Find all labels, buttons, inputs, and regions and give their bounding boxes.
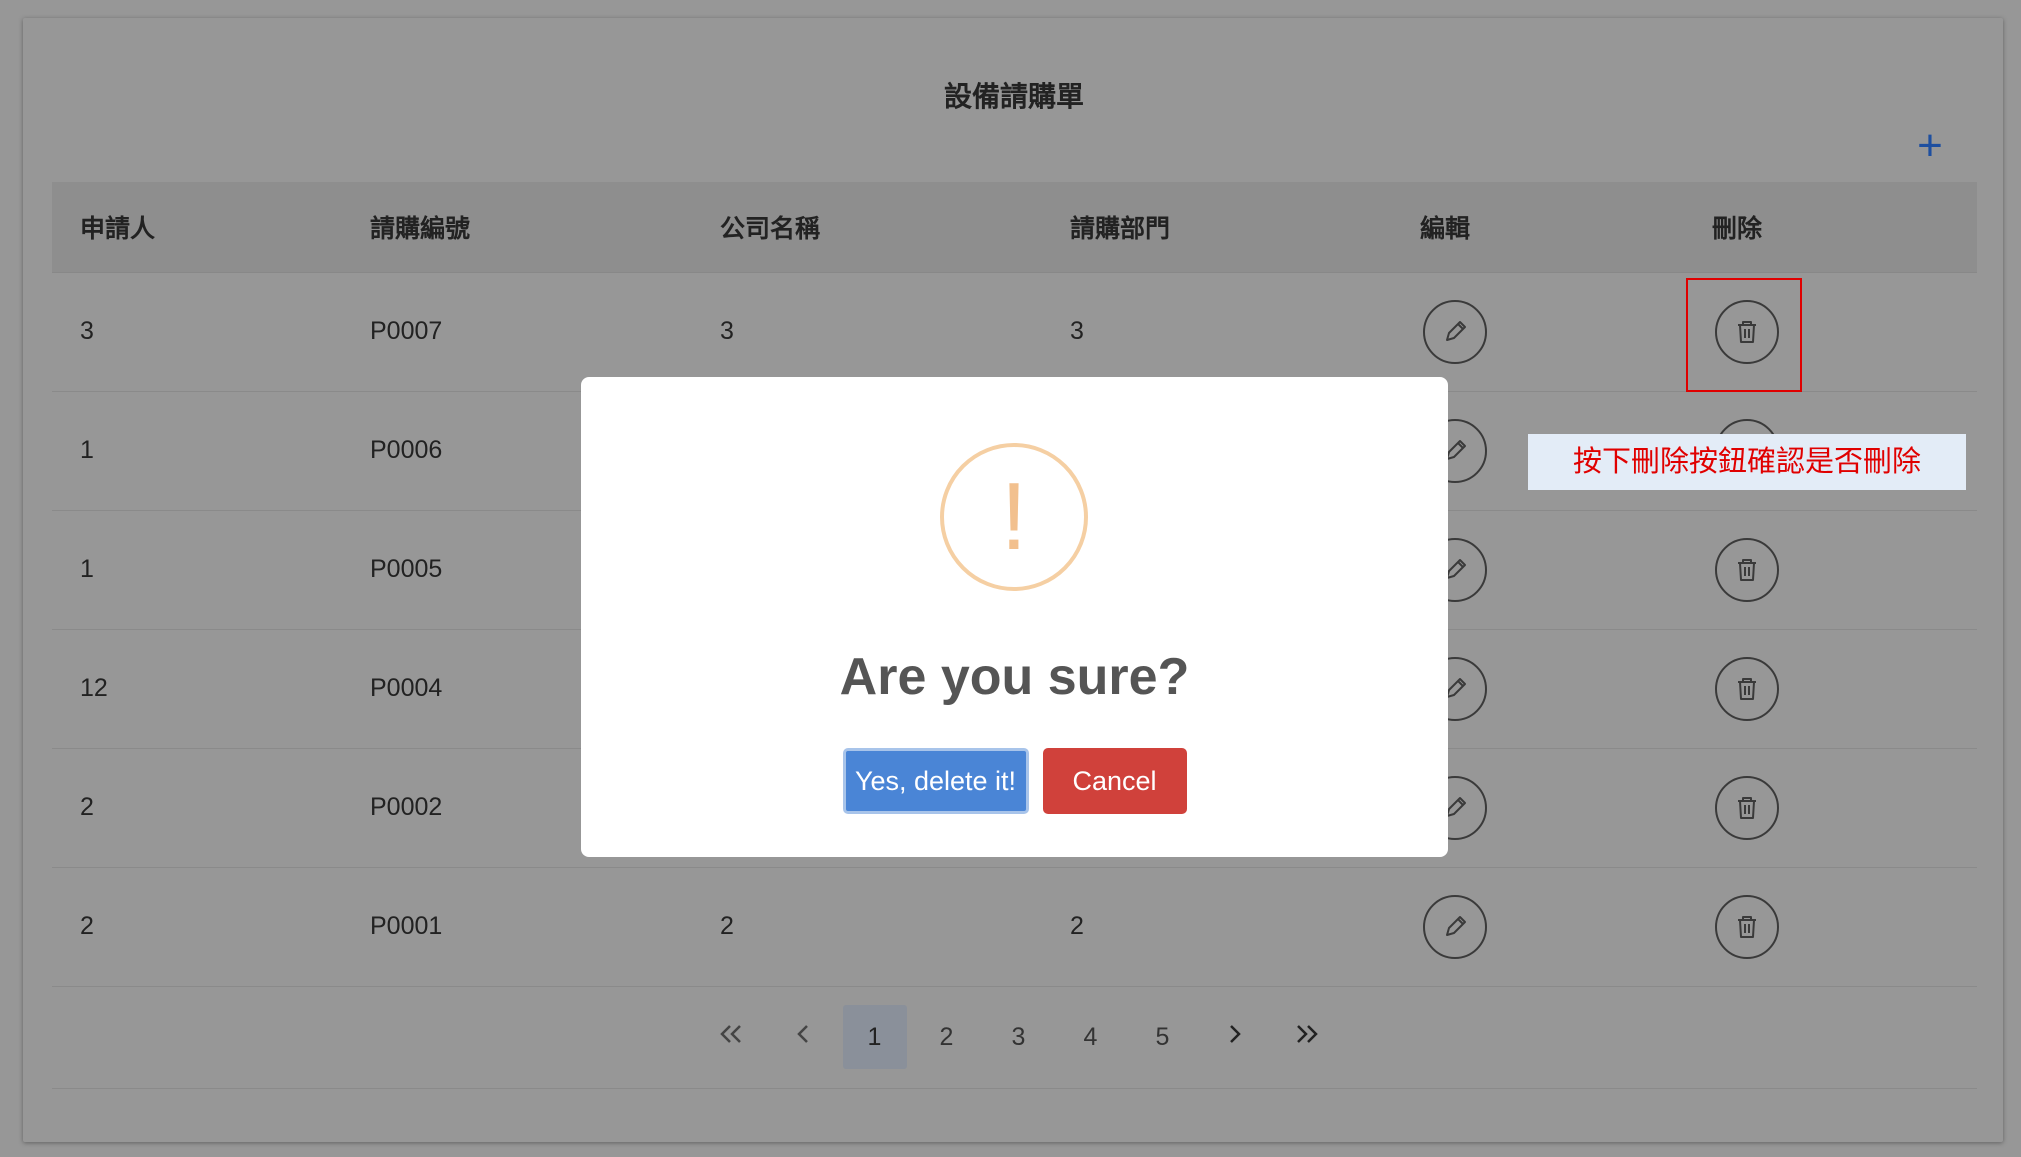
header-company: 公司名稱 bbox=[692, 182, 1042, 273]
cell-applicant: 2 bbox=[80, 793, 94, 821]
warning-mark: ! bbox=[1000, 463, 1028, 570]
cell-order-no: P0001 bbox=[370, 912, 443, 940]
page-title: 設備請購單 bbox=[943, 81, 1084, 112]
confirm-dialog: ! Are you sure? Yes, delete it! Cancel bbox=[581, 377, 1448, 857]
page-next-button[interactable] bbox=[1203, 1005, 1267, 1069]
chevron-right-icon bbox=[1229, 1025, 1241, 1043]
table-row: 2 P0001 2 2 bbox=[52, 867, 1977, 986]
cell-delete bbox=[1684, 748, 1977, 867]
delete-button[interactable] bbox=[1715, 537, 1779, 602]
cell-department: 2 bbox=[1070, 912, 1084, 940]
delete-button[interactable] bbox=[1715, 894, 1779, 959]
table-header-row: 申請人 請購編號 公司名稱 請購部門 編輯 刪除 bbox=[52, 182, 1977, 273]
cell-delete bbox=[1684, 867, 1977, 986]
cell-applicant: 1 bbox=[80, 436, 94, 464]
page-prev-button[interactable] bbox=[771, 1005, 835, 1069]
add-button[interactable]: + bbox=[1908, 124, 1952, 168]
cell-applicant: 1 bbox=[80, 555, 94, 583]
cell-company: 2 bbox=[720, 912, 734, 940]
double-chevron-right-icon bbox=[1296, 1025, 1318, 1043]
page-button-2[interactable]: 2 bbox=[915, 1005, 979, 1069]
page-first-button[interactable] bbox=[699, 1005, 763, 1069]
annotation-callout: 按下刪除按鈕確認是否刪除 bbox=[1528, 434, 1966, 490]
cell-applicant: 2 bbox=[80, 912, 94, 940]
delete-button[interactable] bbox=[1715, 775, 1779, 840]
cell-delete bbox=[1684, 510, 1977, 629]
pencil-icon bbox=[1446, 320, 1466, 341]
header-delete: 刪除 bbox=[1684, 182, 1977, 273]
warning-icon: ! bbox=[940, 443, 1088, 591]
page-button-3[interactable]: 3 bbox=[987, 1005, 1051, 1069]
header-order-no: 請購編號 bbox=[342, 182, 692, 273]
trash-icon bbox=[1738, 677, 1756, 700]
cell-applicant: 3 bbox=[80, 317, 94, 345]
table-bottom-divider bbox=[52, 1088, 1977, 1089]
cell-edit bbox=[1392, 867, 1684, 986]
cell-department: 3 bbox=[1070, 317, 1084, 345]
double-chevron-left-icon bbox=[719, 1025, 741, 1043]
page-button-1[interactable]: 1 bbox=[842, 1005, 907, 1069]
trash-icon bbox=[1738, 796, 1756, 819]
chevron-left-icon bbox=[796, 1025, 808, 1043]
header-edit: 編輯 bbox=[1392, 182, 1684, 273]
pencil-icon bbox=[1446, 915, 1466, 936]
dialog-title: Are you sure? bbox=[839, 648, 1190, 706]
page-last-button[interactable] bbox=[1275, 1005, 1339, 1069]
cancel-button[interactable]: Cancel bbox=[1042, 748, 1187, 814]
page-button-5[interactable]: 5 bbox=[1131, 1005, 1195, 1069]
delete-highlight-box bbox=[1686, 278, 1802, 392]
cell-delete bbox=[1684, 629, 1977, 748]
edit-button[interactable] bbox=[1423, 894, 1487, 959]
cell-applicant: 12 bbox=[80, 674, 108, 702]
cell-edit bbox=[1392, 272, 1684, 391]
edit-button[interactable] bbox=[1423, 299, 1487, 364]
header-department: 請購部門 bbox=[1042, 182, 1392, 273]
trash-icon bbox=[1738, 558, 1756, 581]
cell-company: 3 bbox=[720, 317, 734, 345]
cell-order-no: P0007 bbox=[370, 317, 443, 345]
header-applicant: 申請人 bbox=[52, 182, 342, 273]
confirm-delete-button[interactable]: Yes, delete it! bbox=[842, 748, 1029, 814]
pagination: 1 2 3 4 5 bbox=[8, 1005, 2021, 1069]
page-button-4[interactable]: 4 bbox=[1059, 1005, 1123, 1069]
dialog-actions: Yes, delete it! Cancel bbox=[581, 748, 1448, 814]
delete-button[interactable] bbox=[1715, 656, 1779, 721]
trash-icon bbox=[1738, 915, 1756, 938]
